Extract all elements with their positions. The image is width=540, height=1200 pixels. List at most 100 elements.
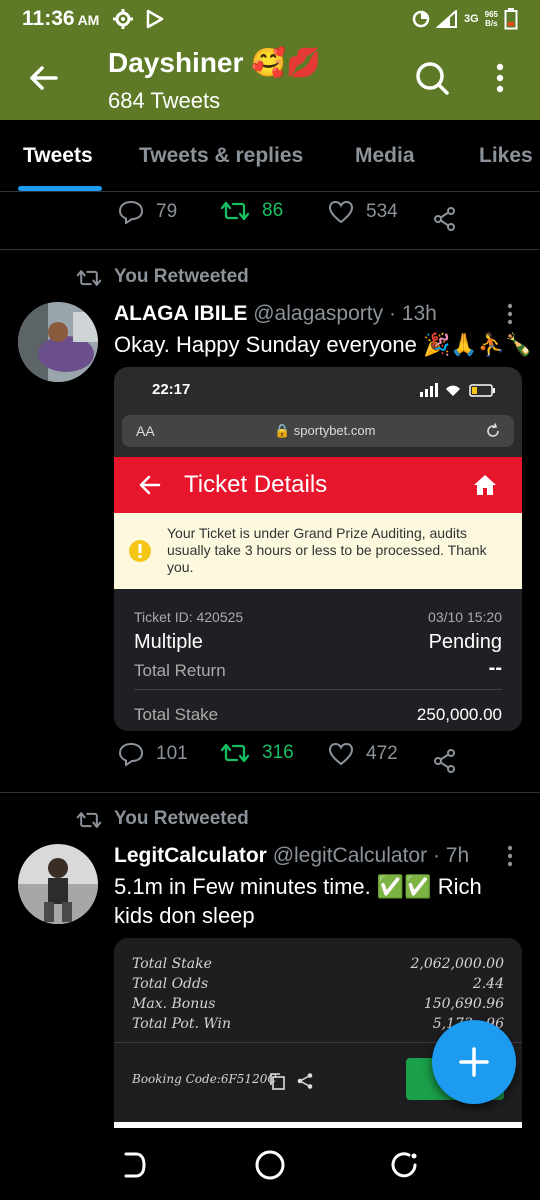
retweet-icon [220,743,250,763]
image-booking-code: Booking Code:6F5120C [132,1072,277,1086]
image-page-header: Ticket Details [114,457,522,513]
image-row-value: 2.44 [472,976,504,992]
tweet-actions: 79 86 534 [0,200,540,240]
image-notice: Your Ticket is under Grand Prize Auditin… [114,513,522,589]
profile-header: Dayshiner 🥰💋 684 Tweets [0,38,540,120]
retweet-button[interactable]: 86 [220,200,283,222]
back-arrow-icon[interactable] [24,58,64,98]
image-ticket-id: Ticket ID: 420525 [134,609,244,625]
home-icon [474,475,496,495]
reply-button[interactable]: 79 [118,200,177,224]
tweet-menu-icon[interactable] [500,844,520,868]
search-icon[interactable] [412,58,452,98]
image-row-value: 2,062,000.00 [410,956,504,972]
reload-icon [487,423,499,437]
tweet-menu-icon[interactable] [500,302,520,326]
tab-likes[interactable]: Likes [479,144,533,168]
tweet-text: Okay. Happy Sunday everyone 🎉🙏⛹🍾 [114,332,533,357]
status-bar: 11:36 AM 3G 965 B/s [0,0,540,38]
tab-tweets-replies[interactable]: Tweets & replies [139,144,303,168]
overflow-menu-icon[interactable] [488,58,512,98]
reply-count: 101 [156,743,188,764]
reply-icon [118,200,144,224]
like-button[interactable]: 534 [328,200,398,224]
avatar[interactable] [18,844,98,924]
nav-home-icon[interactable] [253,1148,287,1182]
reply-count: 79 [156,201,178,222]
reply-button[interactable]: 101 [118,742,188,766]
profile-tabs: Tweets Tweets & replies Media Likes [0,120,540,192]
author-handle: @legitCalculator [272,844,428,867]
author-name: ALAGA IBILE [114,302,248,325]
image-ticket-status: Pending [428,631,502,653]
retweet-icon [220,201,250,221]
retweet-indicator: You Retweeted [0,264,540,294]
image-ticket-date: 03/10 15:20 [428,609,502,625]
reply-icon [118,742,144,766]
play-store-icon [147,9,164,29]
tweet-time: · 7h [432,844,470,867]
retweet-count: 86 [262,200,284,221]
heart-icon [328,200,354,224]
avatar[interactable] [18,302,98,382]
retweet-count: 316 [262,742,294,763]
image-row-value: 150,690.96 [423,996,504,1012]
image-stake-label: Total Stake [134,705,219,724]
image-notice-text: Your Ticket is under Grand Prize Auditin… [167,525,487,575]
image-ticket-card: Ticket ID: 420525 03/10 15:20 Multiple P… [114,589,522,731]
share-icon[interactable] [432,206,458,232]
image-row-label: Total Pot. Win [132,1016,232,1032]
tweet-author[interactable]: LegitCalculator @legitCalculator · 7h [114,844,469,868]
signal-icon [435,10,457,28]
image-card-divider [134,689,502,690]
image-url-domain: 🔒 sportybet.com [274,423,376,438]
retweet-label: You Retweeted [114,808,249,829]
tweet-divider [0,249,540,250]
author-handle: @alagasporty [253,302,384,325]
image-back-icon [139,475,161,495]
image-share-icon [297,1073,313,1089]
image-url-bar: AA 🔒 sportybet.com [122,415,514,447]
like-count: 534 [366,201,398,222]
battery-icon [504,8,518,30]
network-speed: 965 B/s [484,10,498,28]
tweet-count: 684 Tweets [108,88,221,113]
author-name: LegitCalculator [114,844,267,867]
tweet-text: 5.1m in Few minutes time. ✅✅ Rich kids d… [114,874,482,928]
like-count: 472 [366,743,398,764]
nav-recents-icon[interactable] [388,1148,422,1182]
image-return-label: Total Return [134,661,226,680]
retweet-small-icon [76,270,102,286]
active-tab-indicator [18,186,102,191]
image-row-label: Total Stake [132,956,212,972]
retweet-button[interactable]: 316 [220,742,294,764]
tweet-image[interactable]: 22:17 AA 🔒 sportybet.com Ticket Details … [114,367,522,731]
status-time: 11:36 AM [22,7,100,30]
profile-name: Dayshiner 🥰💋 [108,47,321,78]
image-ticket-type: Multiple [134,631,203,653]
settings-icon [113,9,134,29]
share-icon[interactable] [432,748,458,774]
tweet-actions: 101 316 472 [0,742,540,782]
image-stake-value: 250,000.00 [416,705,502,724]
image-return-value: -- [488,657,502,679]
plus-icon [459,1047,489,1077]
tab-media[interactable]: Media [355,144,415,168]
copy-icon [270,1073,285,1090]
retweet-label: You Retweeted [114,266,249,287]
image-status-icons [420,383,495,397]
tab-tweets[interactable]: Tweets [23,144,93,168]
nav-back-icon[interactable] [116,1148,150,1182]
like-button[interactable]: 472 [328,742,398,766]
image-status-time: 22:17 [152,381,191,398]
compose-tweet-button[interactable] [432,1020,516,1104]
tweet-time: · 13h [388,302,437,325]
retweet-small-icon [76,812,102,828]
warning-icon [129,540,151,562]
heart-icon [328,742,354,766]
image-row-label: Max. Bonus [132,996,216,1012]
image-url-prefix: AA [136,423,155,439]
image-row-label: Total Odds [132,976,209,992]
tweet-author[interactable]: ALAGA IBILE @alagasporty · 13h [114,302,437,326]
tweet-divider [0,792,540,793]
